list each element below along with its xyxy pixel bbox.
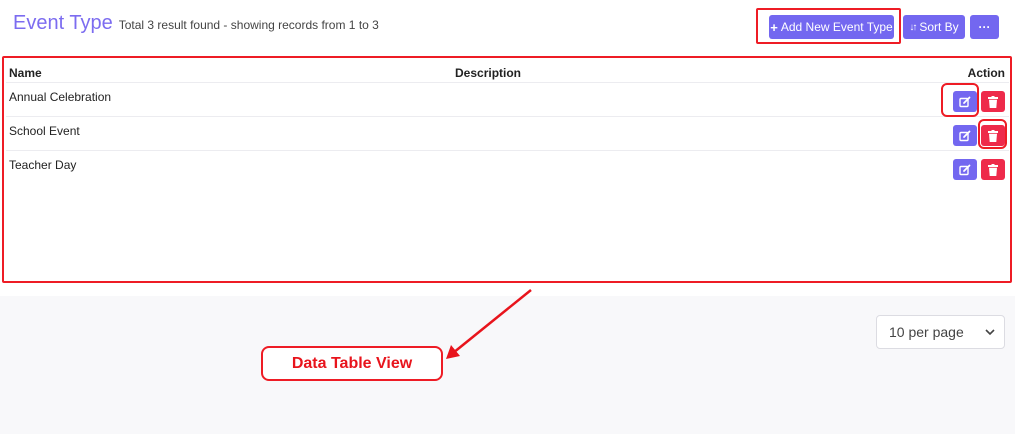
table-header: Name Description Action: [6, 60, 1009, 82]
delete-button[interactable]: [981, 159, 1005, 180]
row-name: Teacher Day: [9, 158, 77, 172]
table-row: Annual Celebration: [6, 82, 1009, 116]
table-row: Teacher Day: [6, 150, 1009, 184]
plus-icon: +: [770, 19, 778, 35]
results-summary: Total 3 result found - showing records f…: [118, 18, 379, 32]
per-page-value: 10 per page: [889, 324, 964, 340]
sort-icon: ↓↑: [909, 21, 917, 33]
trash-icon: [988, 163, 998, 176]
delete-button[interactable]: [981, 91, 1005, 112]
delete-button[interactable]: [981, 125, 1005, 146]
edit-icon: [959, 164, 971, 175]
column-header-description: Description: [455, 66, 522, 80]
edit-button[interactable]: [953, 125, 977, 146]
column-header-name: Name: [9, 66, 42, 80]
add-new-event-type-button[interactable]: + Add New Event Type: [769, 15, 894, 39]
edit-icon: [959, 96, 971, 107]
page-header: Event Type Total 3 result found - showin…: [13, 12, 379, 35]
trash-icon: [988, 129, 998, 142]
sort-by-button[interactable]: ↓↑ Sort By: [903, 15, 965, 39]
add-button-label: Add New Event Type: [780, 20, 893, 34]
per-page-select[interactable]: 10 per page: [876, 315, 1005, 349]
trash-icon: [988, 95, 998, 108]
chevron-down-icon: [985, 329, 995, 336]
callout-label: Data Table View: [291, 354, 413, 372]
column-header-action: Action: [967, 66, 1005, 80]
sort-button-label: Sort By: [919, 20, 959, 34]
more-options-button[interactable]: ···: [970, 15, 999, 39]
row-name: Annual Celebration: [9, 90, 112, 104]
edit-button[interactable]: [953, 91, 977, 112]
page-title: Event Type: [13, 12, 113, 34]
edit-button[interactable]: [953, 159, 977, 180]
row-name: School Event: [9, 124, 80, 138]
more-icon: ···: [978, 20, 991, 34]
event-type-table: Name Description Action Annual Celebrati…: [6, 60, 1009, 184]
data-table-view-callout: Data Table View: [261, 346, 443, 381]
table-row: School Event: [6, 116, 1009, 150]
edit-icon: [959, 130, 971, 141]
